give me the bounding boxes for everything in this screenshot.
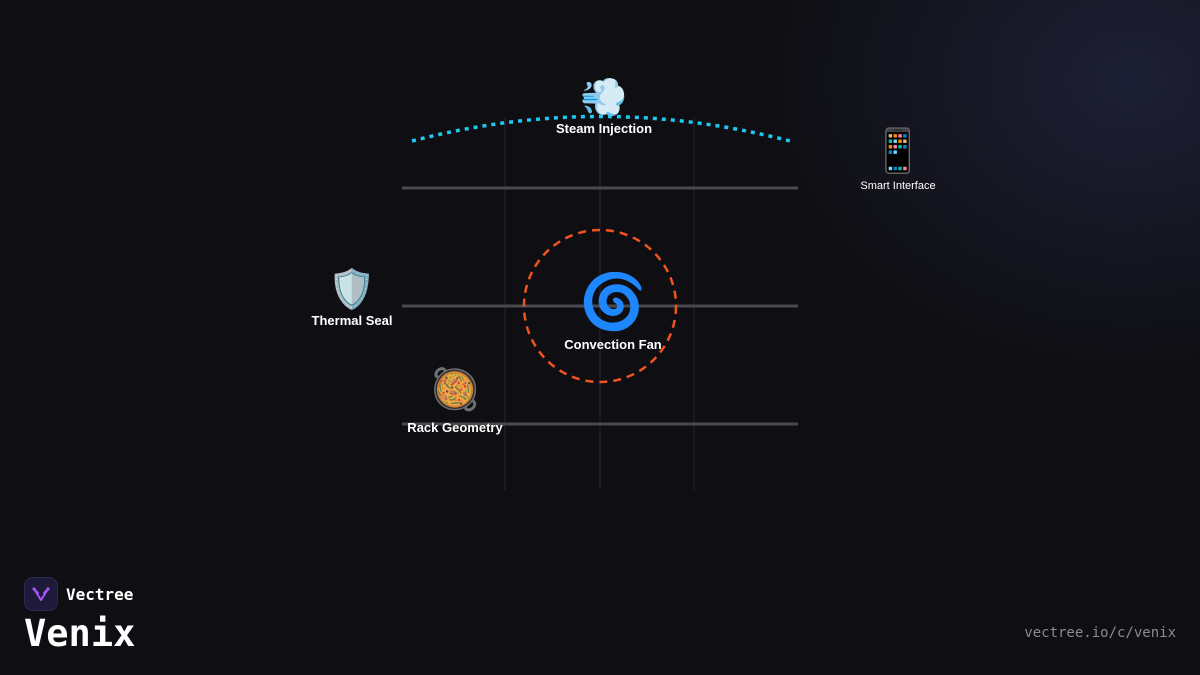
node-convection-fan: 🌀 Convection Fan [564, 275, 662, 352]
shield-icon: 🛡️ [328, 269, 376, 311]
vectree-logo-icon [24, 577, 58, 611]
mobile-phone-icon: 📱 [871, 127, 925, 174]
thermal-seal-label: Thermal Seal [311, 313, 393, 328]
node-smart-interface: 📱 Smart Interface [860, 127, 936, 193]
smart-interface-label: Smart Interface [860, 180, 936, 192]
rack-geometry-label: Rack Geometry [407, 420, 503, 435]
cyclone-icon: 🌀 [579, 272, 647, 332]
brand: Vectree [24, 577, 133, 611]
node-steam-injection: 💨 Steam Injection [556, 79, 652, 136]
pan-of-food-icon: 🥘 [430, 368, 480, 412]
product-title: Venix [24, 612, 136, 655]
node-thermal-seal: 🛡️ Thermal Seal [312, 271, 393, 328]
convection-fan-label: Convection Fan [564, 337, 662, 352]
steam-puff-icon: 💨 [580, 77, 628, 119]
brand-name: Vectree [66, 584, 134, 604]
product-url[interactable]: vectree.io/c/venix [1024, 625, 1176, 641]
node-rack-geometry: 🥘 Rack Geometry [407, 370, 502, 435]
steam-injection-label: Steam Injection [555, 121, 653, 136]
